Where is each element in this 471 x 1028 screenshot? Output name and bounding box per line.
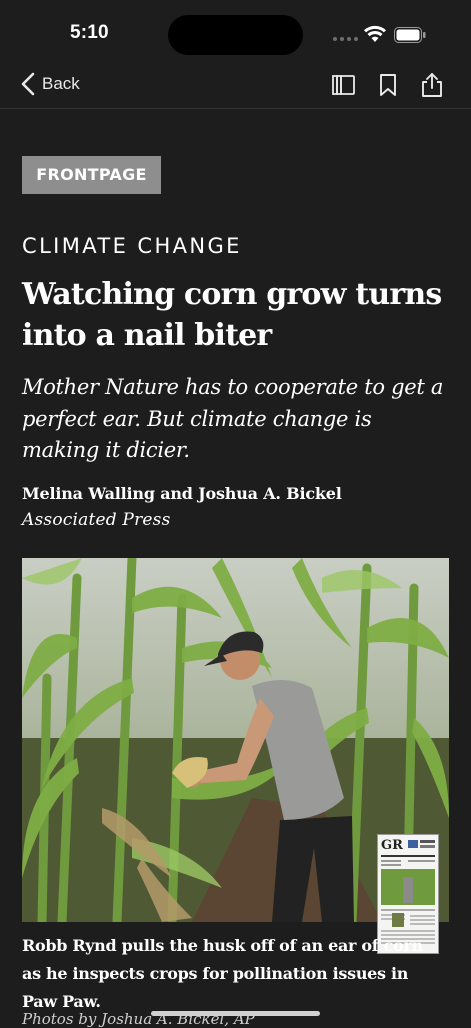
status-time: 5:10	[70, 22, 109, 43]
article-kicker: CLIMATE CHANGE	[22, 234, 242, 258]
svg-text:GR: GR	[381, 838, 403, 853]
cellular-signal-icon	[333, 37, 358, 41]
status-bar: 5:10	[0, 0, 471, 64]
chevron-left-icon	[21, 72, 35, 96]
bookmark-icon[interactable]	[375, 72, 401, 98]
headline-line: into a nail biter	[22, 318, 272, 353]
article-headline: Watching corn grow turns into a nail bit…	[22, 274, 452, 356]
article-byline: Melina Walling and Joshua A. Bickel	[22, 484, 342, 503]
headline-line: Watching corn grow turns	[22, 277, 442, 312]
navigation-bar: Back	[0, 64, 471, 109]
wifi-icon	[364, 25, 386, 42]
edition-pages-icon[interactable]	[331, 72, 357, 98]
dek-line: making it dicier.	[22, 438, 190, 462]
battery-icon	[394, 27, 426, 43]
article-dek: Mother Nature has to cooperate to get a …	[22, 372, 454, 467]
article-source: Associated Press	[22, 510, 171, 530]
caption-line: as he inspects crops for pollination iss…	[22, 964, 409, 983]
back-button[interactable]: Back	[20, 72, 80, 96]
dek-line: perfect ear. But climate change is	[22, 406, 372, 431]
dek-line: Mother Nature has to cooperate to get a	[22, 375, 444, 399]
back-label: Back	[42, 74, 80, 93]
photo-caption: Robb Rynd pulls the husk off of an ear o…	[22, 932, 452, 1016]
share-icon[interactable]	[419, 72, 445, 98]
home-indicator[interactable]	[151, 1011, 320, 1016]
dynamic-island	[168, 15, 303, 55]
caption-line: Robb Rynd pulls the husk off of an ear o…	[22, 936, 423, 955]
section-tag[interactable]: FRONTPAGE	[22, 156, 161, 194]
